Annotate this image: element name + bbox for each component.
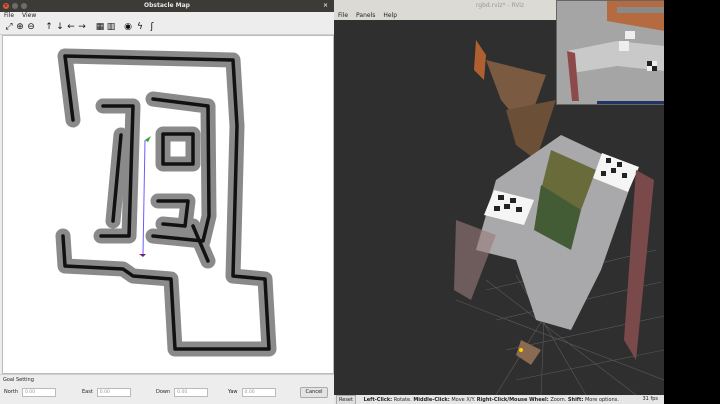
rviz-menu-panels[interactable]: Panels bbox=[356, 12, 375, 20]
minimize-icon[interactable] bbox=[12, 3, 18, 9]
left-click-action: Rotate. bbox=[393, 397, 412, 403]
middle-click-key: Middle-Click: bbox=[413, 397, 450, 403]
goal-down: Down 0.00 bbox=[156, 388, 209, 397]
fit-icon[interactable]: ⤢ bbox=[4, 22, 14, 32]
menu-file[interactable]: File bbox=[4, 12, 14, 20]
occupancy-map[interactable] bbox=[2, 35, 334, 374]
goal-setting-panel: Goal Setting North 0.00 East 0.00 Down 0… bbox=[0, 374, 334, 404]
path-icon[interactable]: ʃ bbox=[147, 22, 157, 32]
goal-north: North 0.00 bbox=[4, 388, 56, 397]
left-click-key: Left-Click: bbox=[363, 397, 393, 403]
cancel-button[interactable]: Cancel bbox=[300, 387, 328, 398]
rviz-menu-help[interactable]: Help bbox=[383, 12, 397, 20]
obstacle-map-window: × Obstacle Map × File View ⤢ ⊕ ⊖ ↑ ↓ ← →… bbox=[0, 0, 334, 404]
right-click-action: Zoom. bbox=[550, 397, 567, 403]
desktop-background bbox=[664, 0, 720, 404]
robot-marker-icon bbox=[519, 348, 523, 352]
target-icon[interactable]: ◉ bbox=[123, 22, 133, 32]
robot-body bbox=[516, 340, 541, 365]
east-label: East bbox=[82, 389, 93, 395]
zoom-out-icon[interactable]: ⊖ bbox=[26, 22, 36, 32]
goal-east: East 0.00 bbox=[82, 388, 131, 397]
shift-action: More options. bbox=[584, 397, 619, 403]
right-click-key: Right-Click/Mouse Wheel: bbox=[476, 397, 549, 403]
arrow-right-icon[interactable]: → bbox=[77, 22, 87, 32]
arrow-up-icon[interactable]: ↑ bbox=[44, 22, 54, 32]
window-close-icon[interactable]: × bbox=[323, 0, 328, 12]
east-field[interactable]: 0.00 bbox=[96, 388, 131, 397]
map-window-title: Obstacle Map bbox=[144, 2, 190, 9]
map-drawing bbox=[55, 48, 277, 357]
map-menubar: File View bbox=[0, 12, 334, 20]
goal-marker-icon bbox=[145, 136, 151, 142]
arrow-left-icon[interactable]: ← bbox=[66, 22, 76, 32]
right-brick-wall bbox=[624, 170, 654, 360]
arrow-down-icon[interactable]: ↓ bbox=[55, 22, 65, 32]
orange-wall bbox=[474, 40, 486, 80]
grid2-icon[interactable]: ▥ bbox=[106, 22, 116, 32]
goal-setting-title: Goal Setting bbox=[3, 377, 34, 383]
rviz-statusbar: Reset Left-Click: Rotate. Middle-Click: … bbox=[334, 395, 666, 404]
yaw-label: Yaw bbox=[228, 389, 238, 395]
down-label: Down bbox=[156, 389, 171, 395]
down-field[interactable]: 0.00 bbox=[174, 388, 209, 397]
goal-yaw: Yaw 0.00 bbox=[228, 388, 276, 397]
map-titlebar: × Obstacle Map × bbox=[0, 0, 334, 12]
north-label: North bbox=[4, 389, 18, 395]
waypoint-icon[interactable]: ϟ bbox=[135, 22, 145, 32]
robot-marker-icon bbox=[139, 254, 146, 257]
north-field[interactable]: 0.00 bbox=[21, 388, 56, 397]
reset-button[interactable]: Reset bbox=[336, 395, 356, 404]
camera-view bbox=[557, 1, 665, 104]
grid-icon[interactable]: ▦ bbox=[95, 22, 105, 32]
shift-key: Shift: bbox=[567, 397, 584, 403]
close-icon[interactable]: × bbox=[3, 3, 9, 9]
fps-readout: 31 fps bbox=[642, 396, 659, 402]
cam-white-box bbox=[619, 41, 629, 51]
map-toolbar: ⤢ ⊕ ⊖ ↑ ↓ ← → ▦ ▥ ◉ ϟ ʃ bbox=[0, 20, 334, 35]
maximize-icon[interactable] bbox=[21, 3, 27, 9]
middle-click-action: Move X/Y. bbox=[451, 397, 476, 403]
camera-overlay bbox=[556, 0, 666, 105]
rviz-window-title: rgbd.rviz* - RViz bbox=[475, 2, 525, 9]
rviz-menu-file[interactable]: File bbox=[338, 12, 348, 20]
menu-view[interactable]: View bbox=[22, 12, 36, 20]
yaw-field[interactable]: 0.00 bbox=[241, 388, 276, 397]
planned-path bbox=[142, 139, 146, 255]
zoom-in-icon[interactable]: ⊕ bbox=[15, 22, 25, 32]
